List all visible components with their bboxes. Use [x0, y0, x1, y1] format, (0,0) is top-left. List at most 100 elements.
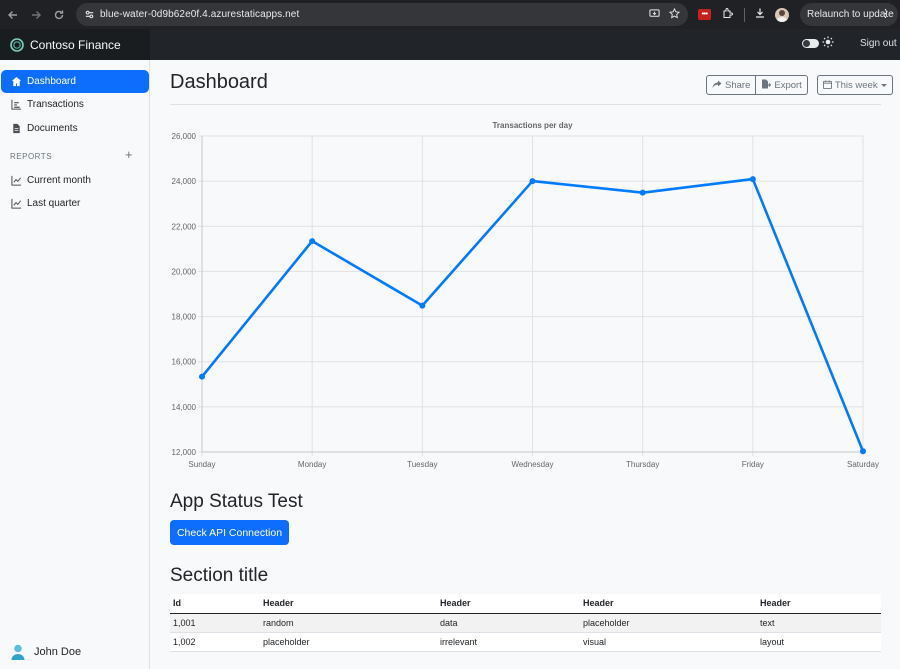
- bar-chart-icon: [10, 99, 22, 111]
- table-cell: text: [757, 613, 881, 633]
- table-cell: 1,002: [170, 632, 260, 652]
- site-settings-icon[interactable]: [78, 9, 100, 20]
- x-tick-label: Wednesday: [511, 460, 553, 469]
- sidebar-item-label: Dashboard: [27, 76, 76, 87]
- share-button[interactable]: Share: [706, 75, 757, 95]
- sun-icon: [822, 36, 834, 48]
- app-navbar: Contoso Finance Sign out: [0, 29, 900, 60]
- x-tick-label: Tuesday: [407, 460, 437, 469]
- table-cell: irrelevant: [437, 632, 580, 652]
- table-header-row: Id Header Header Header Header: [170, 594, 881, 614]
- file-icon: [10, 123, 22, 135]
- table-row: 1,001 random data placeholder text: [170, 613, 881, 633]
- data-point: [639, 189, 646, 196]
- brand-logo-icon: [10, 37, 24, 52]
- data-point: [529, 178, 536, 185]
- share-label: Share: [725, 79, 751, 91]
- data-point: [309, 238, 316, 245]
- y-tick-label: 26,000: [172, 132, 197, 141]
- calendar-icon: [822, 79, 832, 91]
- sidebar-item-documents[interactable]: Documents: [1, 117, 149, 140]
- sidebar-item-label: Transactions: [27, 99, 84, 110]
- brand-link[interactable]: Contoso Finance: [0, 29, 150, 60]
- transactions-chart: Transactions per day 12,000 14,000 16,000 18…: [172, 121, 879, 469]
- y-tick-label: 14,000: [172, 403, 197, 412]
- user-name: John Doe: [34, 646, 82, 658]
- address-bar[interactable]: blue-water-0d9b62e0f.4.azurestaticapps.n…: [76, 3, 688, 26]
- x-tick-label: Thursday: [626, 460, 659, 469]
- sidebar-item-dashboard[interactable]: Dashboard: [1, 70, 149, 93]
- column-header: Header: [260, 594, 437, 614]
- url-text: blue-water-0d9b62e0f.4.azurestaticapps.n…: [100, 9, 300, 20]
- sign-out-link[interactable]: Sign out: [860, 38, 897, 49]
- export-button[interactable]: Export: [756, 75, 808, 95]
- data-table: Id Header Header Header Header 1,001 ran…: [170, 594, 881, 652]
- reload-icon[interactable]: [48, 4, 70, 26]
- section-title: Section title: [170, 565, 269, 586]
- sidebar-item-current-month[interactable]: Current month: [1, 169, 149, 192]
- column-header: Id: [170, 594, 260, 614]
- chart-title: Transactions per day: [492, 121, 573, 130]
- x-tick-label: Sunday: [188, 460, 215, 469]
- export-icon: [761, 79, 772, 91]
- data-point: [419, 302, 426, 309]
- dashboard-toolbar: Share Export This week: [706, 75, 893, 95]
- title-divider: [170, 104, 881, 105]
- install-app-icon[interactable]: [649, 6, 660, 24]
- export-label: Export: [774, 79, 802, 91]
- reports-heading: REPORTS: [10, 152, 53, 161]
- forward-icon[interactable]: [25, 4, 47, 26]
- extension-icon[interactable]: •••: [698, 9, 711, 20]
- table-cell: placeholder: [580, 613, 757, 633]
- more-options-icon[interactable]: ⋮: [880, 7, 891, 20]
- relaunch-update-button[interactable]: Relaunch to update ⋮: [800, 3, 898, 26]
- y-tick-label: 24,000: [172, 177, 197, 186]
- data-point: [749, 176, 756, 183]
- table-cell: layout: [757, 632, 881, 652]
- user-avatar-icon: [11, 644, 25, 660]
- table-row: 1,002 placeholder irrelevant visual layo…: [170, 632, 881, 652]
- line-chart-icon: [10, 175, 22, 187]
- user-menu[interactable]: John Doe: [0, 635, 149, 669]
- browser-toolbar: blue-water-0d9b62e0f.4.azurestaticapps.n…: [0, 0, 900, 29]
- profile-avatar-icon[interactable]: [775, 7, 789, 22]
- table-cell: random: [260, 613, 437, 633]
- date-range-label: This week: [834, 79, 878, 91]
- check-api-connection-button[interactable]: Check API Connection: [170, 520, 289, 545]
- sidebar: Dashboard Transactions Documents REPORTS…: [0, 60, 150, 669]
- table-cell: visual: [580, 632, 757, 652]
- brand-name: Contoso Finance: [30, 37, 121, 52]
- sidebar-item-last-quarter[interactable]: Last quarter: [1, 192, 149, 215]
- sidebar-item-label: Documents: [27, 123, 78, 134]
- data-point: [199, 373, 205, 380]
- theme-toggle[interactable]: [802, 39, 819, 48]
- y-tick-label: 16,000: [172, 358, 197, 367]
- bookmark-star-icon[interactable]: [668, 6, 681, 24]
- x-tick-label: Friday: [742, 460, 764, 469]
- column-header: Header: [757, 594, 881, 614]
- sidebar-item-transactions[interactable]: Transactions: [1, 93, 149, 116]
- back-icon[interactable]: [2, 4, 24, 26]
- table-cell: placeholder: [260, 632, 437, 652]
- y-tick-label: 18,000: [172, 313, 197, 322]
- extensions-puzzle-icon[interactable]: [722, 6, 734, 24]
- data-point: [860, 448, 866, 455]
- home-icon: [10, 76, 22, 88]
- add-report-icon[interactable]: +: [125, 148, 133, 161]
- sidebar-item-label: Current month: [27, 175, 91, 186]
- y-tick-label: 20,000: [172, 267, 197, 276]
- column-header: Header: [580, 594, 757, 614]
- table-cell: 1,001: [170, 613, 260, 633]
- y-tick-label: 22,000: [172, 222, 197, 231]
- download-icon[interactable]: [754, 6, 766, 24]
- line-chart-icon: [10, 198, 22, 210]
- status-section-title: App Status Test: [170, 491, 303, 512]
- date-range-dropdown[interactable]: This week: [816, 75, 893, 95]
- table-cell: data: [437, 613, 580, 633]
- chevron-down-icon: [880, 83, 887, 87]
- column-header: Header: [437, 594, 580, 614]
- x-tick-label: Monday: [298, 460, 326, 469]
- y-tick-label: 12,000: [172, 448, 197, 457]
- x-tick-label: Saturday: [847, 460, 879, 469]
- share-icon: [712, 80, 722, 91]
